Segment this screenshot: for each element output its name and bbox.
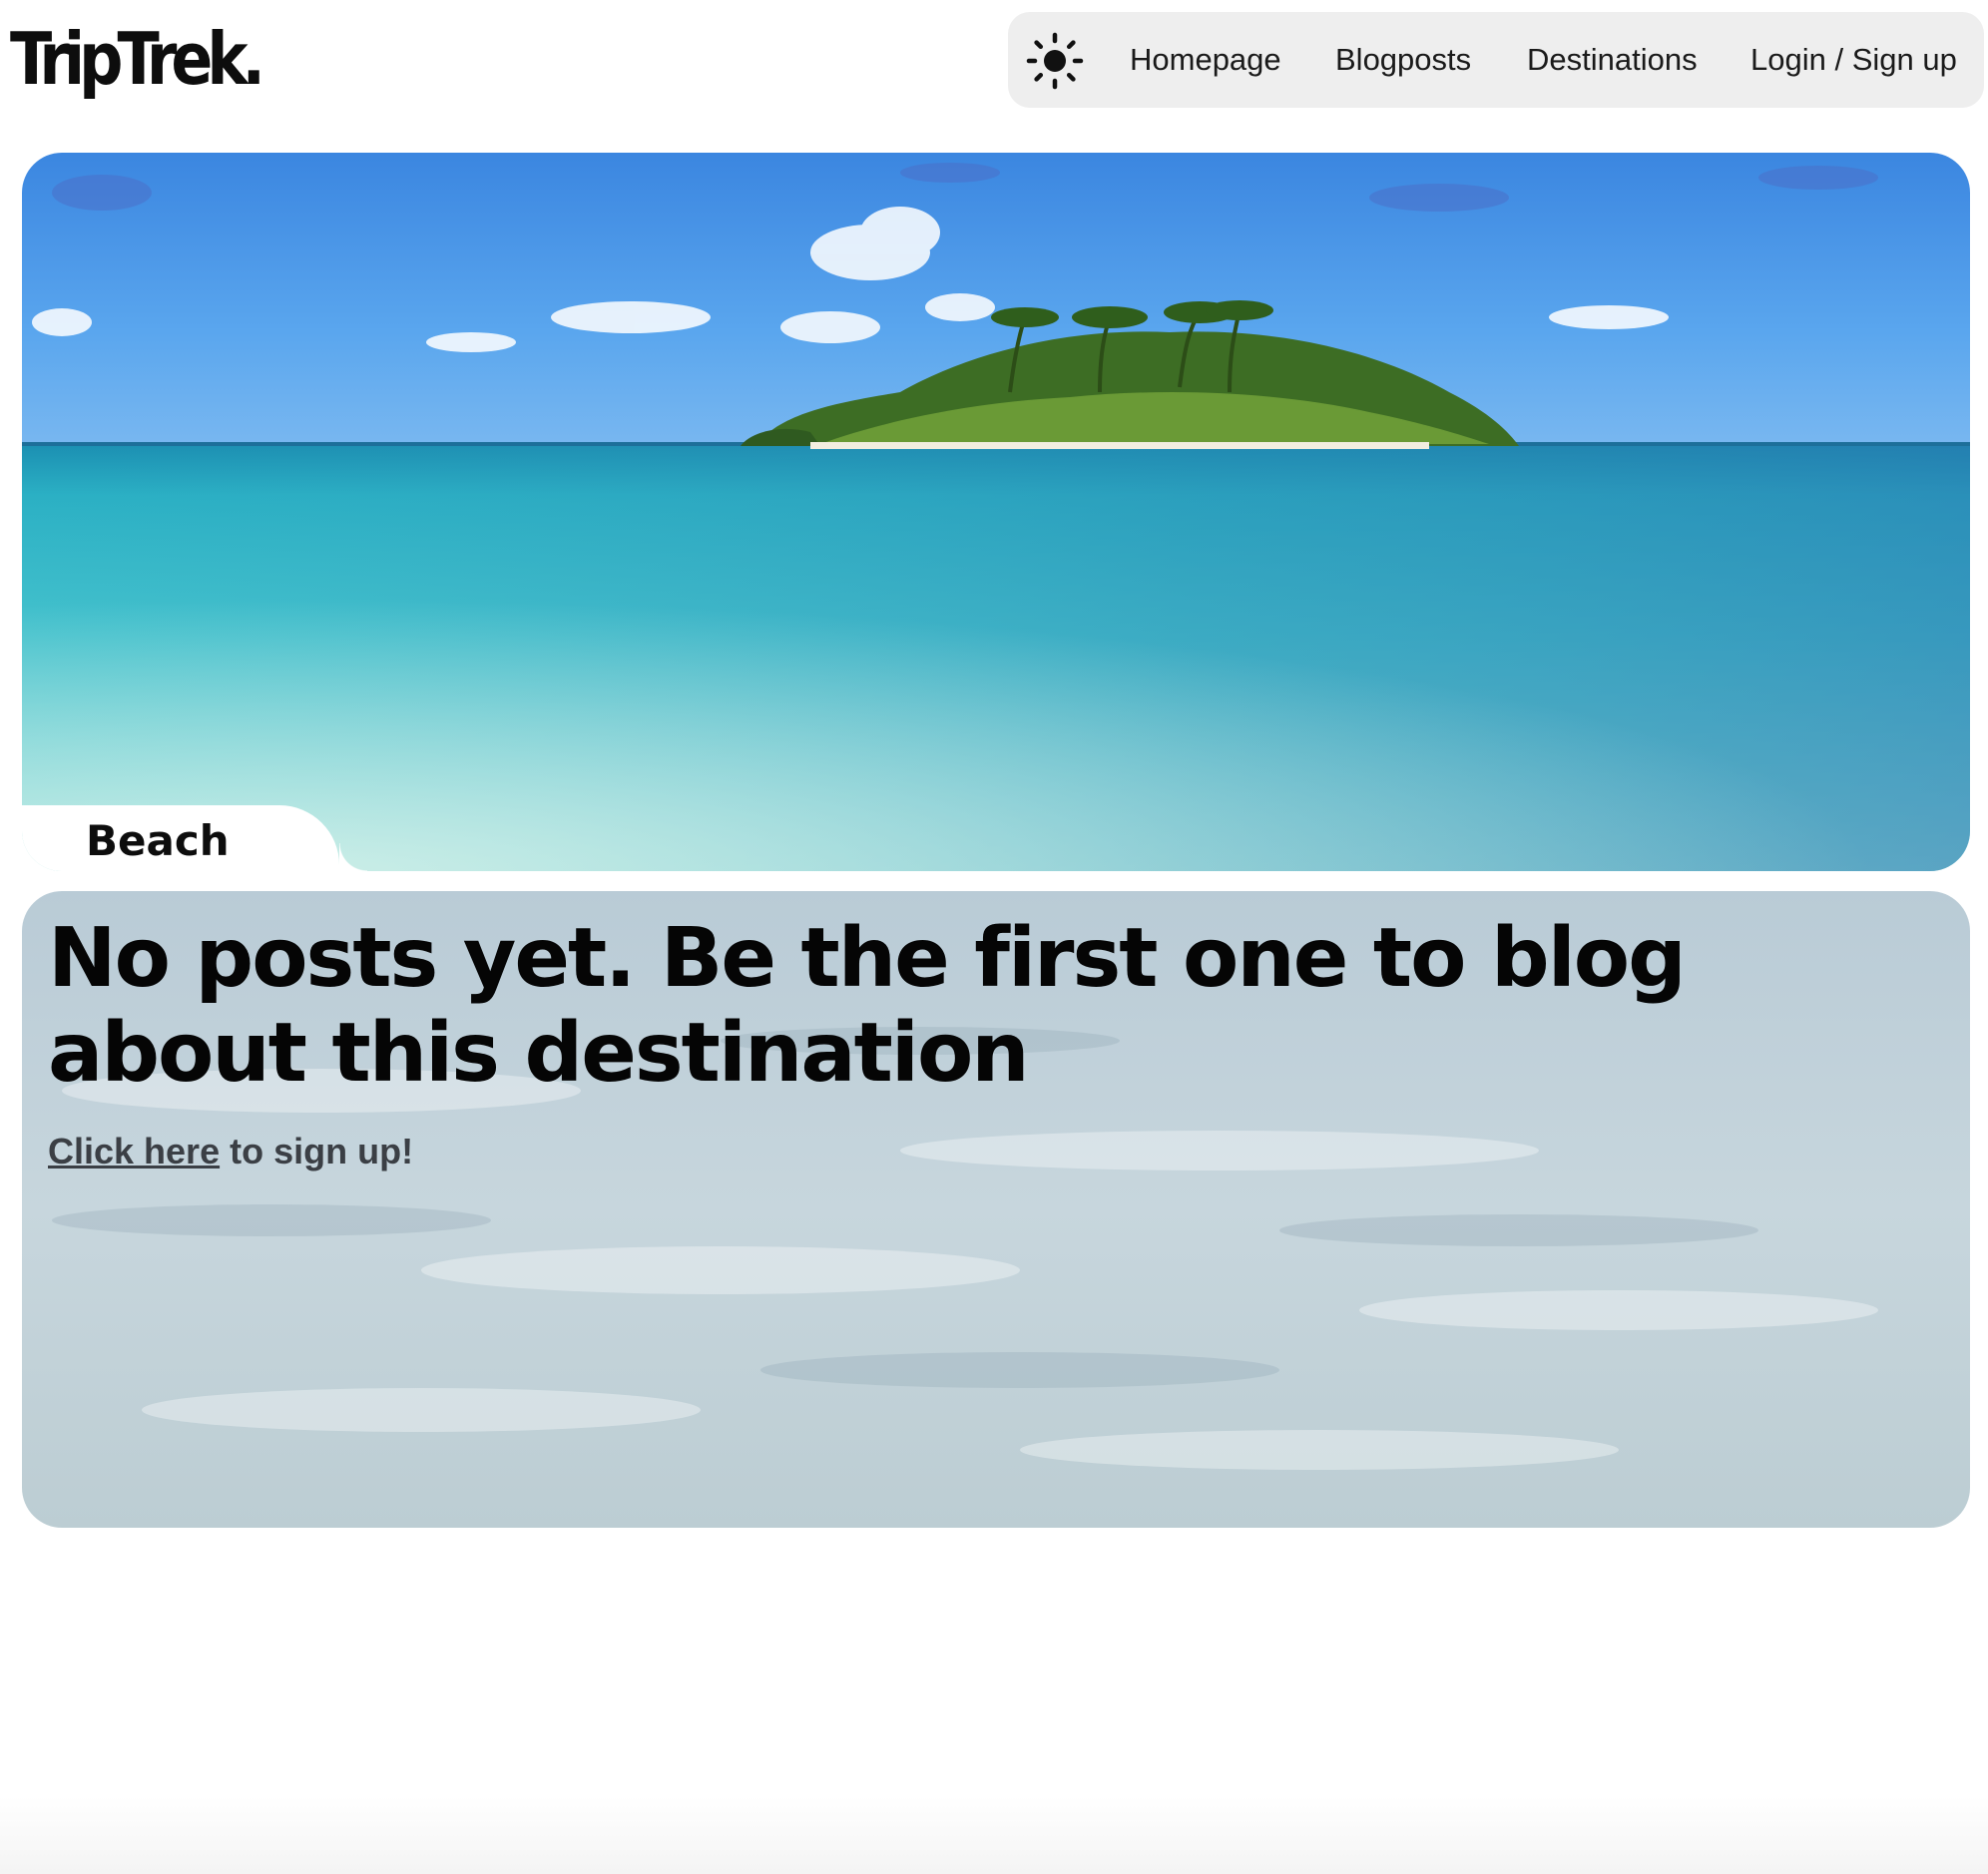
sun-icon[interactable] <box>1026 32 1084 90</box>
nav-homepage-link[interactable]: Homepage <box>1130 12 1281 108</box>
destination-hero-image: Beach <box>22 153 1970 871</box>
main-nav: Homepage Blogposts Destinations Login / … <box>1008 12 1984 108</box>
signup-link[interactable]: Click here <box>48 1131 220 1171</box>
nav-destinations-link[interactable]: Destinations <box>1527 12 1698 108</box>
page-bottom-fade <box>0 1796 1988 1874</box>
signup-prompt: Click here to sign up! <box>48 1131 1844 1172</box>
nav-blogposts-link[interactable]: Blogposts <box>1335 12 1471 108</box>
posts-empty-state: No posts yet. Be the first one to blog a… <box>22 891 1970 1528</box>
destination-category-label: Beach <box>22 805 367 871</box>
site-header: TripTrek. Homepage Blogposts Destination… <box>0 0 1988 140</box>
posts-empty-content: No posts yet. Be the first one to blog a… <box>48 911 1844 1172</box>
signup-prompt-text: to sign up! <box>220 1131 414 1171</box>
site-logo[interactable]: TripTrek. <box>10 14 265 104</box>
nav-login-signup-link[interactable]: Login / Sign up <box>1750 12 1957 108</box>
beach-island-illustration <box>22 153 1970 871</box>
empty-posts-heading: No posts yet. Be the first one to blog a… <box>48 911 1687 1101</box>
